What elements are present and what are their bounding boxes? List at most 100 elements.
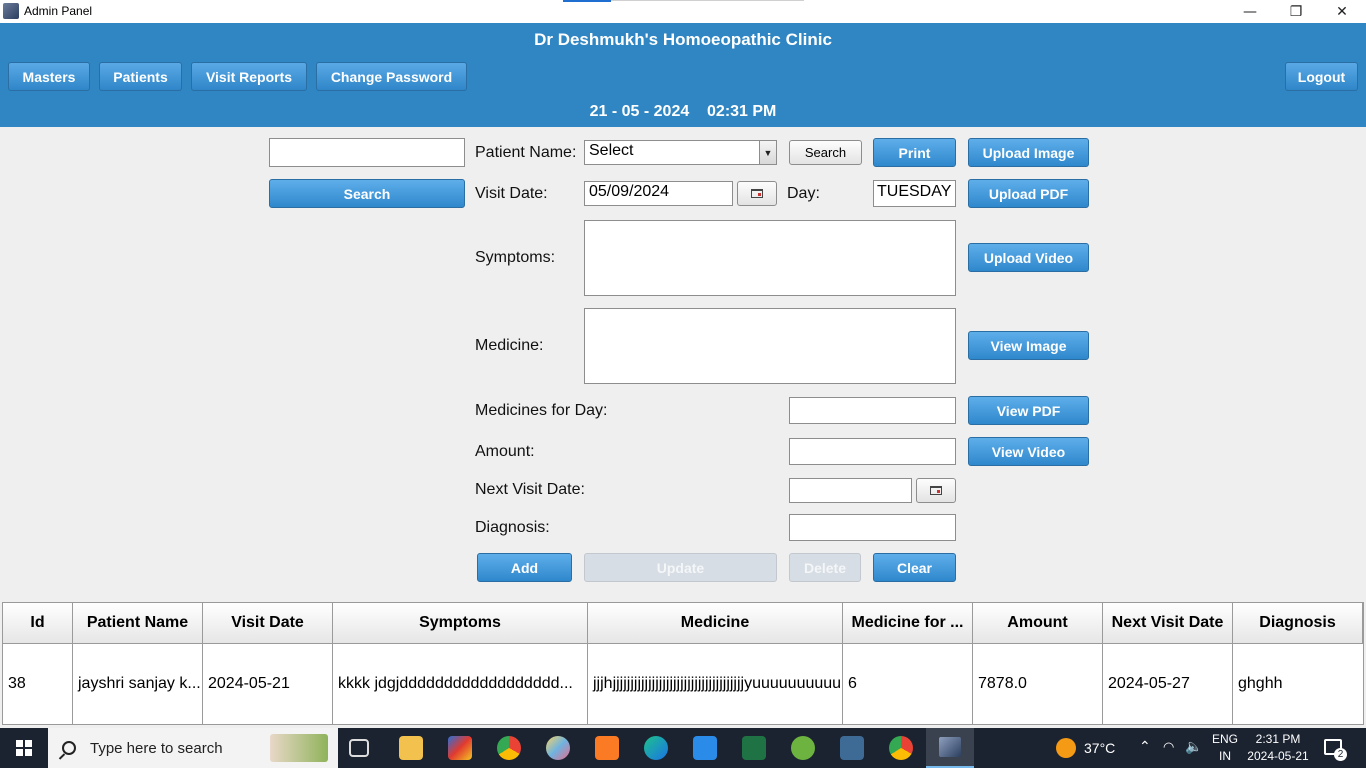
medicines-for-day-label: Medicines for Day:: [475, 402, 608, 419]
column-header-diagnosis[interactable]: Diagnosis: [1233, 603, 1363, 644]
cell-id[interactable]: 38: [3, 644, 73, 724]
nav-visit-reports-button[interactable]: Visit Reports: [191, 62, 307, 91]
visits-table: Id Patient Name Visit Date Symptoms Medi…: [2, 602, 1364, 725]
day-label: Day:: [787, 185, 820, 202]
cell-medicine[interactable]: jjjhjjjjjjjjjjjjjjjjjjjjjjjjjjjjjjjjjjjj…: [588, 644, 843, 724]
mysql-workbench-icon[interactable]: [840, 736, 864, 760]
visit-date-label: Visit Date:: [475, 185, 548, 202]
patient-select-value: Select: [589, 142, 634, 159]
cell-symptoms[interactable]: kkkk jdgjdddddddddddddddddd...: [333, 644, 588, 724]
delete-button[interactable]: Delete: [789, 553, 861, 582]
cell-next-visit-date[interactable]: 2024-05-27: [1103, 644, 1233, 724]
chevron-down-icon[interactable]: ▼: [759, 141, 776, 164]
next-visit-date-field[interactable]: [789, 478, 912, 503]
view-video-button[interactable]: View Video: [968, 437, 1089, 466]
calendar-icon: [751, 189, 763, 198]
search-input[interactable]: [269, 138, 465, 167]
add-button[interactable]: Add: [477, 553, 572, 582]
column-header-symptoms[interactable]: Symptoms: [333, 603, 588, 644]
spring-tool-icon[interactable]: [791, 736, 815, 760]
column-header-patient-name[interactable]: Patient Name: [73, 603, 203, 644]
visit-date-calendar-button[interactable]: [737, 181, 777, 206]
column-header-medicine-for-day[interactable]: Medicine for ...: [843, 603, 973, 644]
restore-button[interactable]: ❐: [1273, 0, 1319, 23]
chrome-profile-icon[interactable]: [889, 736, 913, 760]
taskbar: Type here to search 37°C ⌃ ◠ 🔈 ENG IN 2:…: [0, 728, 1366, 768]
paint-palette-icon[interactable]: [546, 736, 570, 760]
language-indicator[interactable]: ENG: [1211, 732, 1239, 746]
region-indicator[interactable]: IN: [1211, 749, 1239, 763]
logout-button[interactable]: Logout: [1285, 62, 1358, 91]
active-app-taskbar-button[interactable]: [926, 728, 974, 768]
search-icon: [62, 741, 76, 755]
notification-count-badge: 2: [1334, 748, 1347, 761]
amount-label: Amount:: [475, 443, 535, 460]
edge-icon[interactable]: [644, 736, 668, 760]
upload-image-button[interactable]: Upload Image: [968, 138, 1089, 167]
clear-button[interactable]: Clear: [873, 553, 956, 582]
diagnosis-label: Diagnosis:: [475, 519, 550, 536]
patient-search-button[interactable]: Search: [789, 140, 862, 165]
cell-medicine-for-day[interactable]: 6: [843, 644, 973, 724]
patient-name-select[interactable]: Select ▼: [584, 140, 777, 165]
current-datetime: 21 - 05 - 2024 02:31 PM: [589, 103, 777, 120]
next-visit-calendar-button[interactable]: [916, 478, 956, 503]
cell-patient-name[interactable]: jayshri sanjay k...: [73, 644, 203, 724]
nav-change-password-button[interactable]: Change Password: [316, 62, 467, 91]
xampp-icon[interactable]: [595, 736, 619, 760]
clock-time[interactable]: 2:31 PM: [1245, 732, 1311, 746]
excel-icon[interactable]: [742, 736, 766, 760]
column-header-next-visit-date[interactable]: Next Visit Date: [1103, 603, 1233, 644]
column-header-medicine[interactable]: Medicine: [588, 603, 843, 644]
search-button[interactable]: Search: [269, 179, 465, 208]
symptoms-label: Symptoms:: [475, 249, 556, 266]
column-header-id[interactable]: Id: [3, 603, 73, 644]
column-header-amount[interactable]: Amount: [973, 603, 1103, 644]
diagnosis-field[interactable]: [789, 514, 956, 541]
patient-name-label: Patient Name:: [475, 144, 577, 161]
column-header-visit-date[interactable]: Visit Date: [203, 603, 333, 644]
next-visit-date-label: Next Visit Date:: [475, 481, 585, 498]
view-image-button[interactable]: View Image: [968, 331, 1089, 360]
medicine-label: Medicine:: [475, 337, 544, 354]
minimize-button[interactable]: —: [1227, 0, 1273, 23]
clinic-title: Dr Deshmukh's Homoeopathic Clinic: [534, 30, 832, 49]
calendar-icon: [930, 486, 942, 495]
upload-video-button[interactable]: Upload Video: [968, 243, 1089, 272]
volume-icon[interactable]: 🔈: [1185, 738, 1202, 755]
window-title: Admin Panel: [24, 4, 93, 18]
search-highlight-icon: [270, 734, 328, 762]
upload-pdf-button[interactable]: Upload PDF: [968, 179, 1089, 208]
start-button[interactable]: [0, 728, 48, 768]
clock-date[interactable]: 2024-05-21: [1245, 749, 1311, 763]
cell-visit-date[interactable]: 2024-05-21: [203, 644, 333, 724]
update-button[interactable]: Update: [584, 553, 777, 582]
day-field[interactable]: TUESDAY: [873, 180, 956, 207]
nav-masters-button[interactable]: Masters: [8, 62, 90, 91]
admin-panel-app-icon: [939, 737, 961, 757]
windows-logo-icon: [16, 740, 32, 756]
weather-sun-icon[interactable]: [1056, 738, 1076, 758]
file-explorer-icon[interactable]: [399, 736, 423, 760]
print-button[interactable]: Print: [873, 138, 956, 167]
window-titlebar: Admin Panel — ❐ ✕: [0, 0, 1366, 23]
vscode-icon[interactable]: [693, 736, 717, 760]
weather-temperature[interactable]: 37°C: [1084, 740, 1115, 756]
task-view-icon[interactable]: [349, 739, 369, 757]
medicine-textarea[interactable]: [584, 308, 956, 384]
cell-diagnosis[interactable]: ghghh: [1233, 644, 1363, 724]
paint-app-icon[interactable]: [448, 736, 472, 760]
amount-field[interactable]: [789, 438, 956, 465]
wifi-icon[interactable]: ◠: [1163, 739, 1174, 755]
close-button[interactable]: ✕: [1319, 0, 1365, 23]
nav-patients-button[interactable]: Patients: [99, 62, 182, 91]
visit-date-field[interactable]: 05/09/2024: [584, 181, 733, 206]
chrome-icon[interactable]: [497, 736, 521, 760]
view-pdf-button[interactable]: View PDF: [968, 396, 1089, 425]
titlebar-accent: [563, 0, 611, 2]
chevron-up-icon[interactable]: ⌃: [1139, 738, 1151, 755]
cell-amount[interactable]: 7878.0: [973, 644, 1103, 724]
symptoms-textarea[interactable]: [584, 220, 956, 296]
medicines-for-day-field[interactable]: [789, 397, 956, 424]
taskbar-search[interactable]: Type here to search: [48, 728, 338, 768]
